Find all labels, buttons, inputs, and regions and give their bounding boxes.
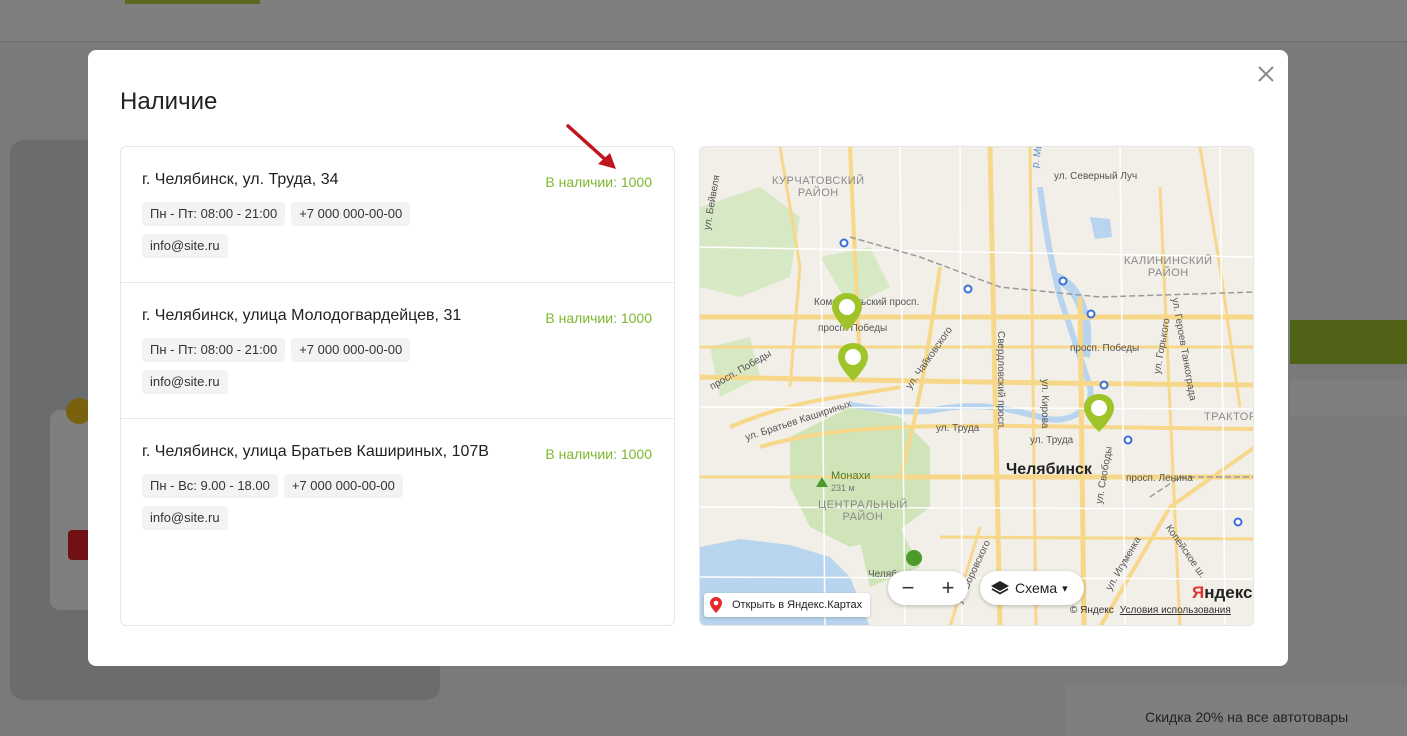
store-email[interactable]: info@site.ru	[142, 234, 228, 258]
map-street-label: ул. Северный Луч	[1054, 171, 1138, 182]
store-stock: В наличии: 1000	[545, 310, 652, 326]
map-street-label: просп. Ленина	[1126, 473, 1193, 484]
store-hours: Пн - Вс: 9.00 - 18.00	[142, 474, 278, 498]
store-phone[interactable]: +7 000 000-00-00	[291, 202, 411, 226]
map-street-label: ул. Труда	[936, 423, 980, 434]
modal-title: Наличие	[120, 88, 218, 115]
store-phone[interactable]: +7 000 000-00-00	[291, 338, 411, 362]
map-pin[interactable]	[830, 291, 864, 333]
map-pin-icon	[832, 293, 862, 331]
store-list: г. Челябинск, ул. Труда, 34 В наличии: 1…	[120, 146, 675, 626]
store-item[interactable]: г. Челябинск, улица Братьев Кашириных, 1…	[121, 419, 674, 555]
store-phone[interactable]: +7 000 000-00-00	[283, 474, 403, 498]
map-street-label: ул. Труда	[1030, 435, 1074, 446]
map-pin[interactable]	[1082, 392, 1116, 434]
map-pin[interactable]	[836, 341, 870, 383]
map-district-label: ТРАКТОР	[1204, 411, 1254, 423]
map-poi-height: 231 м	[831, 483, 855, 493]
map-street-label: ул. Кирова	[1039, 379, 1050, 429]
map-district-label: КУРЧАТОВСКИЙ РАЙОН	[772, 175, 865, 199]
zoom-control: − +	[888, 571, 968, 605]
annotation-arrow-icon	[566, 124, 616, 169]
map-copyright: © Яндекс Условия использования	[1070, 605, 1231, 616]
map-district-label: КАЛИНИНСКИЙ РАЙОН	[1124, 255, 1213, 279]
map-poi-label: Монахи	[831, 470, 871, 482]
store-stock: В наличии: 1000	[545, 174, 652, 190]
zoom-out-button[interactable]: −	[888, 571, 928, 605]
store-info: Пн - Пт: 08:00 - 21:00 +7 000 000-00-00 …	[142, 338, 442, 394]
store-info: Пн - Пт: 08:00 - 21:00 +7 000 000-00-00 …	[142, 202, 442, 258]
close-button[interactable]	[1254, 62, 1278, 86]
store-hours: Пн - Пт: 08:00 - 21:00	[142, 202, 286, 226]
open-link-label: Открыть в Яндекс.Картах	[732, 599, 863, 611]
zoom-in-button[interactable]: +	[928, 571, 968, 605]
store-map[interactable]: КУРЧАТОВСКИЙ РАЙОН КАЛИНИНСКИЙ РАЙОН ЦЕНТР…	[699, 146, 1254, 626]
map-street-label: Свердловский просп.	[995, 331, 1006, 430]
map-marker-icon	[710, 597, 722, 613]
yandex-logo-rest: ндекс	[1204, 583, 1253, 602]
map-city-label: Челябинск	[1006, 461, 1092, 478]
availability-modal: Наличие г. Челябинск, ул. Труда, 34 В на…	[88, 50, 1288, 666]
open-in-yandex-maps-link[interactable]: Открыть в Яндекс.Картах	[704, 593, 871, 617]
terms-link[interactable]: Условия использования	[1120, 605, 1231, 616]
chevron-down-icon: ▾	[1062, 582, 1068, 595]
map-pin-icon	[838, 343, 868, 381]
yandex-logo-first: Я	[1192, 583, 1205, 602]
map-district-label: ЦЕНТРАЛЬНЫЙ РАЙОН	[818, 499, 908, 523]
close-icon	[1258, 66, 1274, 82]
layer-select[interactable]: Схема ▾	[980, 571, 1084, 605]
map-pin-icon	[1084, 394, 1114, 432]
store-email[interactable]: info@site.ru	[142, 370, 228, 394]
yandex-logo: Яндекс	[1192, 583, 1252, 603]
layer-label: Схема	[1015, 580, 1058, 596]
store-item[interactable]: г. Челябинск, улица Молодогвардейцев, 31…	[121, 283, 674, 419]
store-hours: Пн - Пт: 08:00 - 21:00	[142, 338, 286, 362]
layers-icon	[991, 581, 1009, 595]
store-email[interactable]: info@site.ru	[142, 506, 228, 530]
copyright-text: © Яндекс	[1070, 605, 1114, 616]
map-street-label: просп. Победы	[1070, 343, 1140, 354]
store-stock: В наличии: 1000	[545, 446, 652, 462]
store-info: Пн - Вс: 9.00 - 18.00 +7 000 000-00-00 i…	[142, 474, 442, 530]
